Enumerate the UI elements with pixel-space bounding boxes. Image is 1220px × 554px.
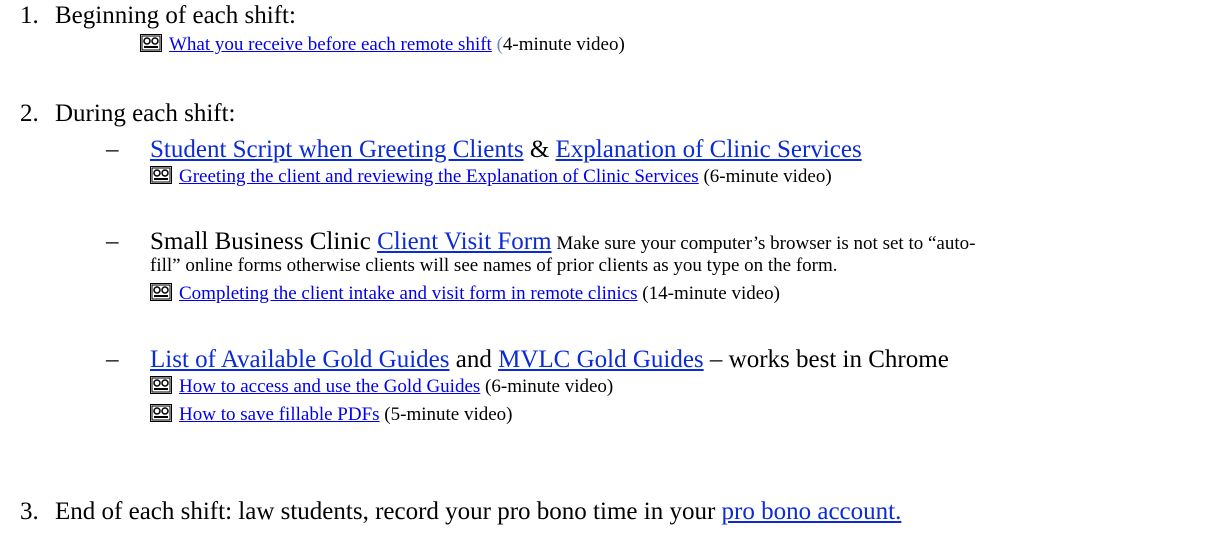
pro-bono-account-link[interactable]: pro bono account. [722,498,902,525]
bullet-dash: – [106,346,119,373]
list-item-2: 2. During each shift: [20,100,236,128]
video-line: How to save fillable PDFs (5-minute vide… [150,404,513,426]
student-script-link[interactable]: Student Script when Greeting Clients [150,136,524,163]
video-link[interactable]: Greeting the client and reviewing the Ex… [179,166,699,187]
video-link[interactable]: How to save fillable PDFs [179,404,380,425]
video-icon [150,166,172,184]
video-link[interactable]: Completing the client intake and visit f… [179,283,638,304]
video-link[interactable]: What you receive before each remote shif… [169,34,492,55]
item-number: 2. [20,100,39,127]
item-number: 1. [20,2,39,29]
video-line: Completing the client intake and visit f… [150,283,780,305]
video-line: Greeting the client and reviewing the Ex… [150,166,832,188]
mvlc-gold-guides-link[interactable]: MVLC Gold Guides [498,346,704,373]
video-link[interactable]: How to access and use the Gold Guides [179,376,480,397]
video-icon [150,283,172,301]
item-number: 3. [20,498,39,525]
bullet-gold-guides: – List of Available Gold Guides and MVLC … [106,346,949,373]
bullet-client-visit: – Small Business Clinic Client Visit Form… [106,228,976,255]
video-line: How to access and use the Gold Guides (6… [150,376,613,398]
list-item-3: 3. End of each shift: law students, reco… [20,498,902,525]
autofill-note: Make sure your computer’s browser is not… [551,233,976,254]
item-heading: During each shift: [55,100,236,127]
video-line: What you receive before each remote shif… [140,34,625,56]
video-icon [140,34,162,52]
item-heading: Beginning of each shift: [55,2,296,29]
autofill-note-cont: fill” online forms otherwise clients wil… [150,255,838,276]
gold-guides-list-link[interactable]: List of Available Gold Guides [150,346,450,373]
client-visit-form-link[interactable]: Client Visit Form [377,228,551,255]
bullet-dash: – [106,136,119,163]
list-item-1: 1. Beginning of each shift: [20,2,296,30]
video-icon [150,376,172,394]
bullet-dash: – [106,228,119,255]
bullet-script: – Student Script when Greeting Clients & … [106,136,862,163]
video-icon [150,404,172,422]
clinic-services-link[interactable]: Explanation of Clinic Services [556,136,862,163]
